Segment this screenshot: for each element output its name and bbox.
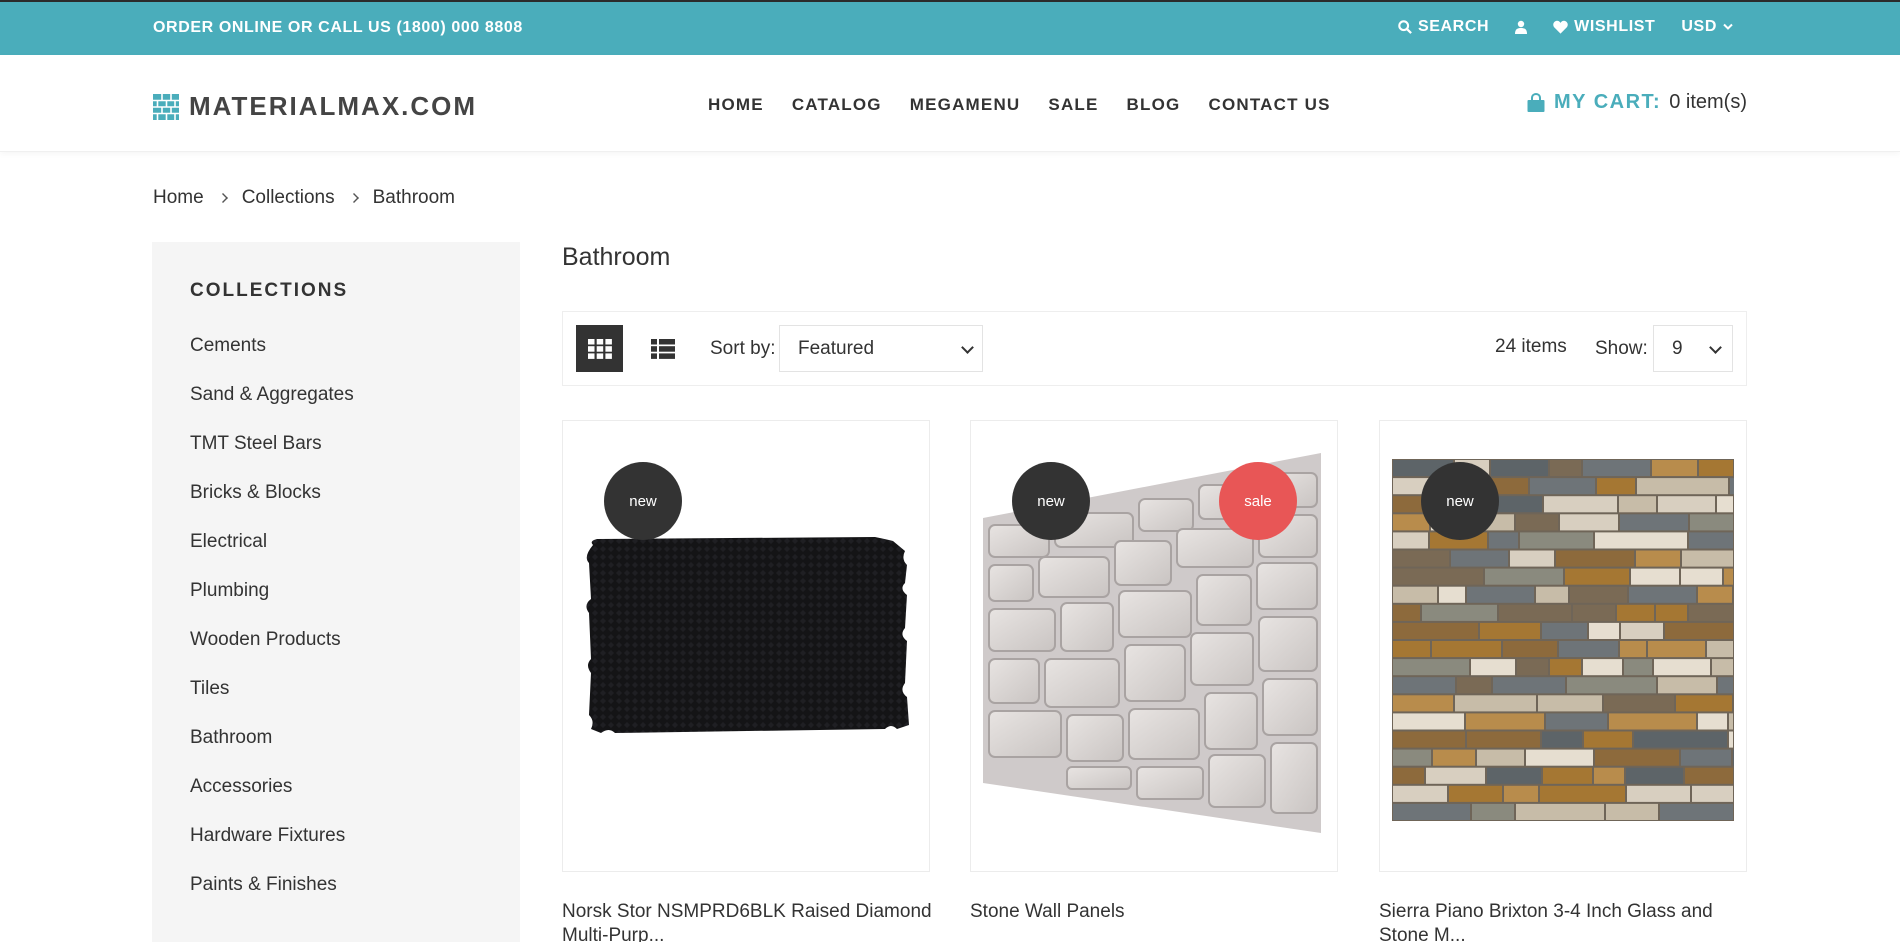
chevron-right-icon (217, 193, 228, 203)
cart-link[interactable]: MY CART: 0 item(s) (1526, 91, 1747, 114)
new-badge: new (1012, 462, 1090, 540)
cart-label: MY CART: (1554, 91, 1662, 113)
brick-wall-icon (153, 93, 179, 120)
nav-blog[interactable]: BLOG (1127, 95, 1181, 115)
cart-count: 0 item(s) (1669, 91, 1747, 113)
breadcrumb-home[interactable]: Home (153, 187, 204, 209)
top-bar-actions: SEARCH WISHLIST USD (1372, 18, 1733, 36)
main-header: MATERIALMAX.COM HOME CATALOG MEGAMENU SA… (0, 55, 1900, 152)
search-icon (1398, 20, 1412, 34)
chevron-down-icon (961, 341, 974, 354)
currency-selector[interactable]: USD (1681, 18, 1733, 36)
list-view-button[interactable] (639, 325, 686, 372)
items-count: 24 items (1495, 336, 1567, 357)
product-card[interactable]: new (562, 420, 930, 872)
collections-list: Cements Sand & Aggregates TMT Steel Bars… (190, 334, 354, 922)
new-badge: new (604, 462, 682, 540)
sidebar-item-tmt-steel-bars[interactable]: TMT Steel Bars (190, 432, 354, 481)
product-title[interactable]: Norsk Stor NSMPRD6BLK Raised Diamond Mul… (562, 900, 934, 942)
site-logo[interactable]: MATERIALMAX.COM (153, 91, 477, 122)
grid-icon (587, 338, 612, 359)
search-link[interactable]: SEARCH (1398, 18, 1489, 36)
page-title: Bathroom (562, 243, 671, 271)
sidebar-item-bathroom[interactable]: Bathroom (190, 726, 354, 775)
nav-megamenu[interactable]: MEGAMENU (910, 95, 1021, 115)
sort-label: Sort by: (710, 338, 776, 359)
chevron-down-icon (1709, 341, 1722, 354)
user-icon (1515, 20, 1528, 34)
breadcrumb-current: Bathroom (372, 187, 455, 208)
order-phone-text: ORDER ONLINE OR CALL US (1800) 000 8808 (153, 19, 523, 36)
wishlist-link[interactable]: WISHLIST (1553, 18, 1655, 36)
new-badge: new (1421, 462, 1499, 540)
product-title[interactable]: Sierra Piano Brixton 3-4 Inch Glass and … (1379, 900, 1751, 942)
list-icon (650, 338, 675, 359)
show-value: 9 (1672, 337, 1683, 359)
sidebar-title: COLLECTIONS (190, 280, 349, 301)
product-title[interactable]: Stone Wall Panels (970, 900, 1342, 924)
main-nav: HOME CATALOG MEGAMENU SALE BLOG CONTACT … (708, 95, 1331, 115)
sale-badge: sale (1219, 462, 1297, 540)
grid-view-button[interactable] (576, 325, 623, 372)
sidebar-item-hardware-fixtures[interactable]: Hardware Fixtures (190, 824, 354, 873)
breadcrumb: Home Collections Bathroom (153, 187, 455, 209)
sidebar-item-sand-aggregates[interactable]: Sand & Aggregates (190, 383, 354, 432)
sidebar-item-plumbing[interactable]: Plumbing (190, 579, 354, 628)
collections-sidebar: COLLECTIONS Cements Sand & Aggregates TM… (152, 242, 520, 942)
breadcrumb-collections[interactable]: Collections (242, 187, 335, 209)
sidebar-item-bricks-blocks[interactable]: Bricks & Blocks (190, 481, 354, 530)
sidebar-item-paints-finishes[interactable]: Paints & Finishes (190, 873, 354, 922)
heart-icon (1553, 20, 1568, 34)
logo-text: MATERIALMAX.COM (189, 91, 478, 121)
nav-contact-us[interactable]: CONTACT US (1208, 95, 1330, 115)
nav-sale[interactable]: SALE (1048, 95, 1098, 115)
top-bar: ORDER ONLINE OR CALL US (1800) 000 8808 … (0, 0, 1900, 55)
wishlist-label: WISHLIST (1574, 18, 1656, 35)
product-card[interactable]: new sale (970, 420, 1338, 872)
nav-home[interactable]: HOME (708, 95, 764, 115)
collection-toolbar: Sort by: Featured 24 items Show: 9 (562, 311, 1747, 386)
sort-value: Featured (798, 337, 875, 359)
nav-catalog[interactable]: CATALOG (792, 95, 882, 115)
sidebar-item-accessories[interactable]: Accessories (190, 775, 354, 824)
sidebar-item-wooden-products[interactable]: Wooden Products (190, 628, 354, 677)
account-link[interactable] (1515, 20, 1528, 34)
product-card[interactable]: new (1379, 420, 1747, 872)
show-label: Show: (1595, 338, 1648, 359)
sidebar-item-tiles[interactable]: Tiles (190, 677, 354, 726)
chevron-down-icon (1723, 23, 1733, 30)
sidebar-item-cements[interactable]: Cements (190, 334, 354, 383)
currency-value: USD (1681, 18, 1717, 35)
sidebar-item-electrical[interactable]: Electrical (190, 530, 354, 579)
search-label: SEARCH (1417, 18, 1490, 35)
shopping-bag-icon (1527, 92, 1545, 112)
sort-select[interactable]: Featured (779, 325, 983, 372)
show-per-page-select[interactable]: 9 (1653, 325, 1733, 372)
chevron-right-icon (348, 193, 359, 203)
